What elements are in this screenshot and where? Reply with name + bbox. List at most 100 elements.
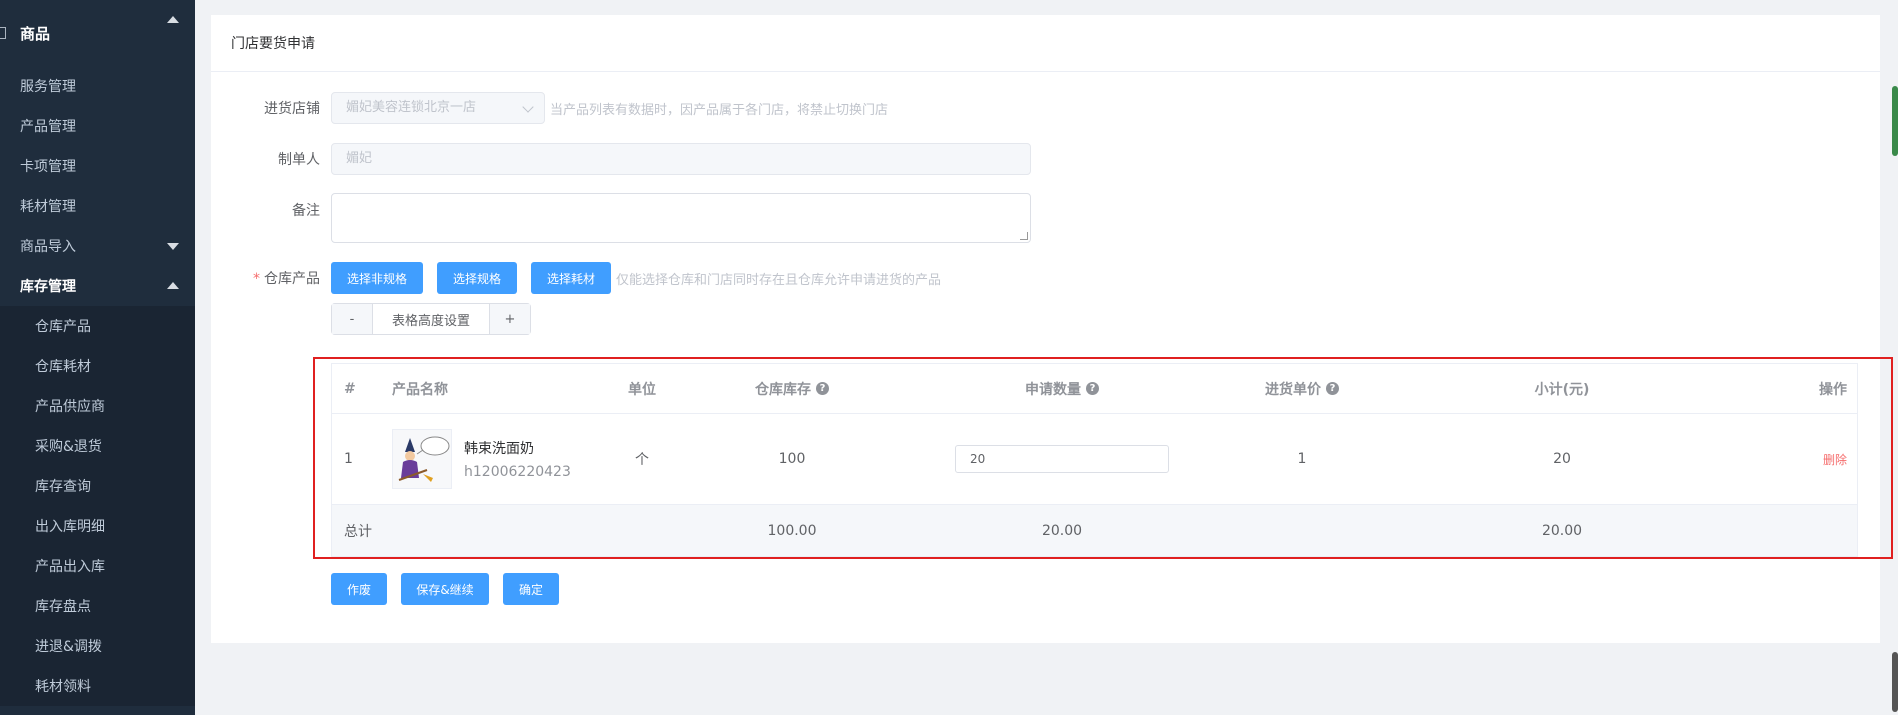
row-subtotal: 20 [1553,451,1571,467]
col-index: # [344,380,356,397]
sidebar-item-card[interactable]: 卡项管理 [0,146,195,186]
col-unit: 单位 [628,381,656,398]
help-icon[interactable]: ? [816,382,829,395]
row-stock: 100 [778,451,806,467]
table-header: # 产品名称 单位 仓库库存? 申请数量? 进货单价? 小计(元) 操作 [332,364,1857,414]
select-material-button[interactable]: 选择耗材 [531,262,611,294]
help-icon[interactable]: ? [1086,382,1099,395]
table-height-stepper: - 表格高度设置 + [331,303,531,335]
sidebar-subitem-material-pick[interactable]: 耗材领料 [0,666,195,706]
col-price-label: 进货单价 [1265,381,1321,398]
stepper-minus-button[interactable]: - [332,304,372,334]
product-name: 韩束洗面奶 [464,441,534,457]
row-price: 1 [1297,451,1307,467]
sidebar-item-inventory[interactable]: 库存管理 [0,266,195,306]
col-stock-label: 仓库库存 [755,381,811,398]
remark-textarea[interactable] [331,193,1031,243]
product-table: # 产品名称 单位 仓库库存? 申请数量? 进货单价? 小计(元) 操作 1 韩… [331,363,1858,557]
table-row: 1 韩束洗面奶 h12006220423 个 100 20 1 20 删除 [332,414,1857,505]
sidebar-item-label: 产品管理 [20,119,76,135]
col-stock: 仓库库存? [712,364,872,413]
sidebar-item-label: 卡项管理 [20,159,76,175]
sidebar-item-import[interactable]: 商品导入 [0,226,195,266]
stepper-plus-button[interactable]: + [490,304,530,334]
sidebar-subitem-stock-query[interactable]: 库存查询 [0,466,195,506]
sidebar-subitem-io-detail[interactable]: 出入库明细 [0,506,195,546]
sidebar-subitem-warehouse-material[interactable]: 仓库耗材 [0,346,195,386]
col-qty-label: 申请数量 [1025,381,1081,398]
sidebar: 商品 服务管理 产品管理 卡项管理 耗材管理 商品导入 库存管理 仓库产品 仓库… [0,0,195,715]
sidebar-subitem-label: 库存查询 [35,479,91,495]
product-hint: 仅能选择仓库和门店同时存在且仓库允许申请进货的产品 [616,273,942,288]
creator-label: 制单人 [278,152,320,168]
sidebar-item-label: 库存管理 [20,279,76,295]
product-thumbnail [392,429,452,489]
col-qty: 申请数量? [932,364,1192,413]
sidebar-subitem-stocktake[interactable]: 库存盘点 [0,586,195,626]
product-info: 韩束洗面奶 h12006220423 [464,438,571,480]
sidebar-subitem-transfer[interactable]: 进退&调拨 [0,626,195,666]
footer-stock: 100.00 [767,522,817,539]
row-qty: 20 [932,414,1192,504]
chevron-down-icon [522,101,534,113]
row-product: 韩束洗面奶 h12006220423 [392,414,571,504]
sidebar-item-service[interactable]: 服务管理 [0,66,195,106]
quantity-input[interactable]: 20 [955,445,1169,473]
row-ops: 删除 [1823,414,1847,504]
sidebar-subitem-label: 耗材领料 [35,679,91,695]
stepper-label: 表格高度设置 [372,304,490,334]
delete-link[interactable]: 删除 [1823,451,1847,468]
sidebar-subitem-label: 产品供应商 [35,399,105,415]
sidebar-subitem-label: 仓库产品 [35,319,91,335]
sidebar-subitem-label: 采购&退货 [35,439,102,455]
save-continue-button[interactable]: 保存&继续 [401,573,489,605]
col-price: 进货单价? [1222,364,1382,413]
select-spec-button[interactable]: 选择规格 [437,262,517,294]
remark-label: 备注 [292,203,320,219]
sidebar-group-label: 商品 [20,24,51,43]
sidebar-subitem-label: 仓库耗材 [35,359,91,375]
void-button[interactable]: 作废 [331,573,387,605]
store-hint: 当产品列表有数据时，因产品属于各门店，将禁止切换门店 [550,103,889,118]
sidebar-subitem-label: 进退&调拨 [35,639,102,655]
sidebar-subitem-supplier[interactable]: 产品供应商 [0,386,195,426]
required-asterisk: * [253,271,260,287]
sidebar-subitem-label: 库存盘点 [35,599,91,615]
footer-label: 总计 [344,523,372,540]
footer-subtotal: 20.00 [1541,522,1583,539]
store-select[interactable]: 媚妃美容连锁北京一店 [331,92,545,124]
sidebar-subitem-warehouse-product[interactable]: 仓库产品 [0,306,195,346]
caret-up-icon [167,16,179,23]
card-title: 门店要货申请 [211,15,1880,72]
table-footer: 总计 100.00 20.00 20.00 [332,505,1857,556]
store-select-value: 媚妃美容连锁北京一店 [346,100,477,115]
row-unit: 个 [635,452,649,468]
sidebar-subitem-product-io[interactable]: 产品出入库 [0,546,195,586]
sidebar-group-goods[interactable]: 商品 [0,0,195,66]
col-ops: 操作 [1819,381,1847,398]
resize-grip-icon[interactable] [1020,232,1028,240]
scrollbar-thumb[interactable] [1892,86,1898,156]
help-icon[interactable]: ? [1326,382,1339,395]
sidebar-item-label: 耗材管理 [20,199,76,215]
row-index: 1 [344,451,353,467]
product-label-text: 仓库产品 [264,271,320,287]
goods-icon [0,27,6,39]
store-label: 进货店铺 [264,101,320,117]
product-label: * 仓库产品 [210,268,320,288]
select-non-spec-button[interactable]: 选择非规格 [331,262,423,294]
footer-qty: 20.00 [1041,522,1083,539]
product-image-icon [393,430,451,488]
sidebar-item-product[interactable]: 产品管理 [0,106,195,146]
sidebar-subitem-label: 出入库明细 [35,519,105,535]
product-code: h12006220423 [464,464,571,480]
confirm-button[interactable]: 确定 [503,573,559,605]
sidebar-item-material[interactable]: 耗材管理 [0,186,195,226]
sidebar-item-label: 服务管理 [20,79,76,95]
caret-up-icon [167,282,179,289]
scrollbar-thumb-lower[interactable] [1892,652,1898,712]
creator-input[interactable]: 媚妃 [331,143,1031,175]
sidebar-subitem-purchase[interactable]: 采购&退货 [0,426,195,466]
caret-down-icon [167,243,179,250]
sidebar-item-label: 商品导入 [20,239,76,255]
